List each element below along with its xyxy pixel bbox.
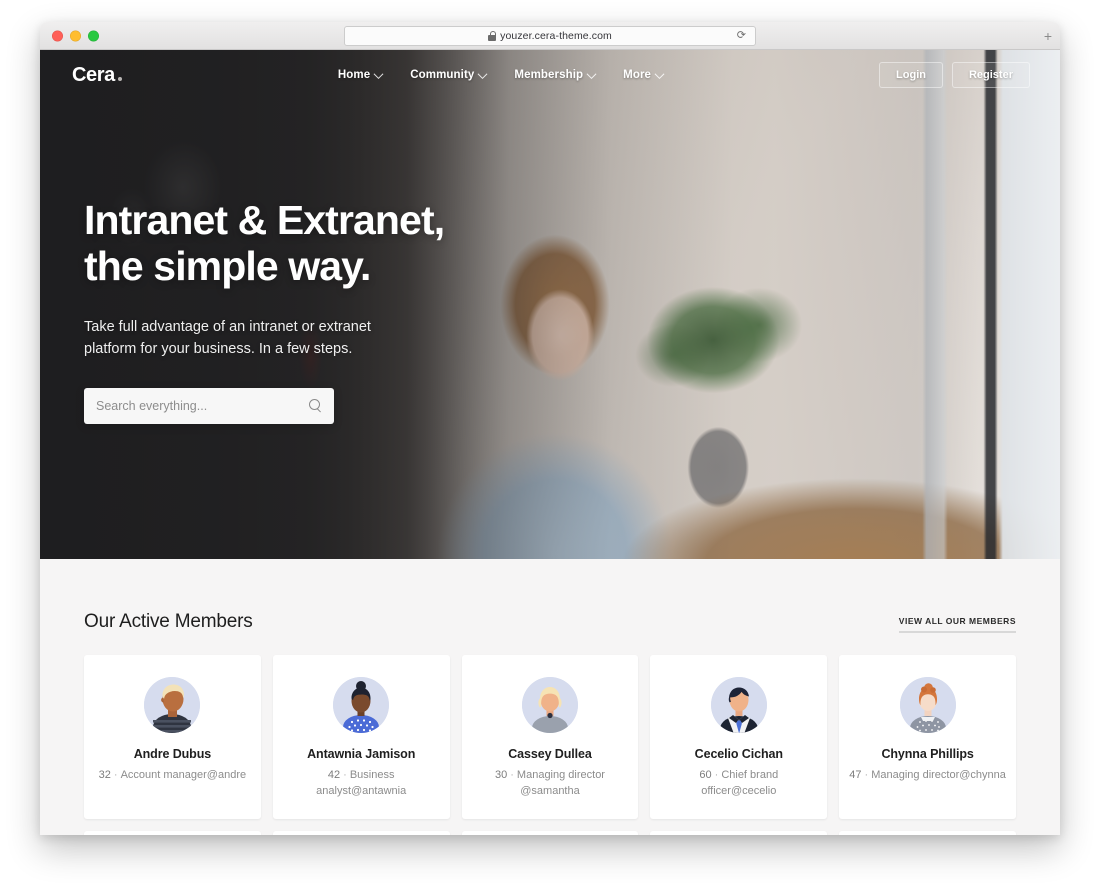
member-card[interactable] (650, 831, 828, 835)
login-button[interactable]: Login (879, 62, 943, 88)
reload-icon[interactable]: ⟳ (737, 30, 746, 42)
hero-subtitle-line-1: Take full advantage of an intranet or ex… (84, 318, 371, 335)
chevron-down-icon (373, 68, 384, 79)
nav-item-membership[interactable]: Membership (514, 68, 597, 81)
member-role: Chief brand officer@cecelio (701, 769, 779, 797)
avatar (144, 677, 201, 733)
member-meta: 42 · Business analyst@antawnia (283, 768, 440, 799)
avatar (899, 677, 956, 733)
hero-subtitle: Take full advantage of an intranet or ex… (84, 316, 560, 360)
nav-actions: Login Register (879, 62, 1030, 88)
page-title: Our Active Members (84, 611, 253, 632)
member-meta: 32 · Account manager@andre (94, 768, 251, 784)
member-role: Managing director @samantha (516, 769, 605, 797)
brand-logo-text: Cera (72, 63, 115, 86)
member-card[interactable] (461, 831, 639, 835)
avatar (333, 677, 390, 733)
avatar (710, 677, 767, 733)
hero-title-line-1: Intranet & Extranet, (84, 197, 445, 243)
members-section-header: Our Active Members VIEW ALL OUR MEMBERS (84, 611, 1016, 633)
member-card[interactable]: Antawnia Jamison 42 · Business analyst@ant… (272, 655, 450, 820)
top-navigation: Cera Home Community Membership More Logi… (40, 50, 1060, 100)
minimize-window-icon[interactable] (70, 30, 81, 41)
nav-item-more-label: More (623, 69, 652, 81)
member-card[interactable]: Andre Dubus 32 · Account manager@andre (84, 655, 261, 820)
hero-title: Intranet & Extranet, the simple way. (84, 197, 560, 290)
member-role: Account manager@andre (120, 769, 247, 781)
maximize-window-icon[interactable] (88, 30, 99, 41)
member-age: 32 (98, 769, 111, 781)
members-grid-row-2 (84, 831, 1016, 835)
search-icon[interactable] (309, 399, 322, 412)
member-age: 47 (849, 769, 862, 781)
window-traffic-lights (52, 30, 99, 41)
member-role: Managing director@chynna (871, 769, 1006, 781)
new-tab-icon[interactable]: + (1044, 29, 1052, 43)
address-bar-url: youzer.cera-theme.com (500, 30, 612, 42)
nav-item-membership-label: Membership (514, 69, 584, 81)
hero-subtitle-line-2: platform for your business. In a few ste… (84, 340, 353, 357)
page-root: youzer.cera-theme.com ⟳ + Cera Home Comm… (0, 0, 1100, 894)
member-age: 30 (495, 769, 508, 781)
member-name: Andre Dubus (133, 747, 212, 761)
member-meta-separator: · (510, 769, 514, 781)
member-card[interactable]: Chynna Phillips 47 · Managing director@chy… (839, 655, 1016, 820)
member-card[interactable] (84, 831, 261, 835)
member-age: 42 (327, 769, 341, 781)
avatar-illustration-male-suit (710, 677, 767, 733)
avatar-illustration-female-redhead (899, 677, 956, 733)
nav-item-community[interactable]: Community (410, 68, 488, 81)
member-meta: 60 · Chief brand officer@cecelio (660, 768, 817, 799)
address-bar[interactable]: youzer.cera-theme.com ⟳ (344, 26, 756, 46)
nav-item-home[interactable]: Home (337, 68, 384, 81)
nav-menu: Home Community Membership More (122, 68, 879, 81)
register-button[interactable]: Register (951, 62, 1030, 88)
lock-icon (488, 31, 497, 41)
active-members-section: Our Active Members VIEW ALL OUR MEMBERS (40, 559, 1060, 835)
browser-chrome: youzer.cera-theme.com ⟳ + (40, 22, 1060, 50)
avatar (521, 677, 578, 733)
member-name: Cecelio Cichan (694, 747, 783, 761)
members-grid: Andre Dubus 32 · Account manager@andre A… (84, 655, 1016, 820)
page-viewport: Cera Home Community Membership More Logi… (40, 50, 1060, 835)
member-age: 60 (699, 769, 712, 781)
brand-logo[interactable]: Cera (72, 64, 122, 87)
nav-item-community-label: Community (410, 69, 475, 81)
member-name: Chynna Phillips (881, 747, 974, 761)
view-all-members-link[interactable]: VIEW ALL OUR MEMBERS (898, 616, 1016, 633)
member-name: Cassey Dullea (508, 747, 592, 761)
hero-section: Cera Home Community Membership More Logi… (40, 50, 1060, 559)
chevron-down-icon (654, 68, 665, 79)
member-meta-separator: · (113, 769, 118, 781)
browser-window: youzer.cera-theme.com ⟳ + Cera Home Comm… (40, 22, 1060, 835)
member-meta: 30 · Managing director @samantha (472, 768, 629, 799)
avatar-illustration-male-blonde (144, 677, 201, 733)
member-meta-separator: · (864, 769, 869, 781)
avatar-illustration-female-blonde (521, 677, 578, 733)
hero-content: Intranet & Extranet, the simple way. Tak… (40, 100, 560, 424)
close-window-icon[interactable] (52, 30, 63, 41)
search-input[interactable] (96, 398, 309, 413)
nav-item-home-label: Home (337, 69, 371, 81)
hero-search-box[interactable] (84, 387, 334, 424)
member-card[interactable] (839, 831, 1016, 835)
nav-item-more[interactable]: More (623, 68, 665, 81)
avatar-illustration-female-bun (333, 677, 390, 733)
member-name: Antawnia Jamison (307, 747, 416, 761)
member-meta-separator: · (714, 769, 719, 781)
hero-title-line-2: the simple way. (84, 243, 371, 290)
member-meta-separator: · (343, 769, 347, 781)
member-meta: 47 · Managing director@chynna (849, 768, 1006, 784)
member-card[interactable]: Cecelio Cichan 60 · Chief brand officer@ce… (650, 655, 828, 820)
chevron-down-icon (586, 68, 597, 79)
address-bar-content: youzer.cera-theme.com (488, 30, 612, 42)
member-card[interactable] (272, 831, 450, 835)
chevron-down-icon (477, 68, 488, 79)
member-card[interactable]: Cassey Dullea 30 · Managing director @sama… (461, 655, 639, 820)
